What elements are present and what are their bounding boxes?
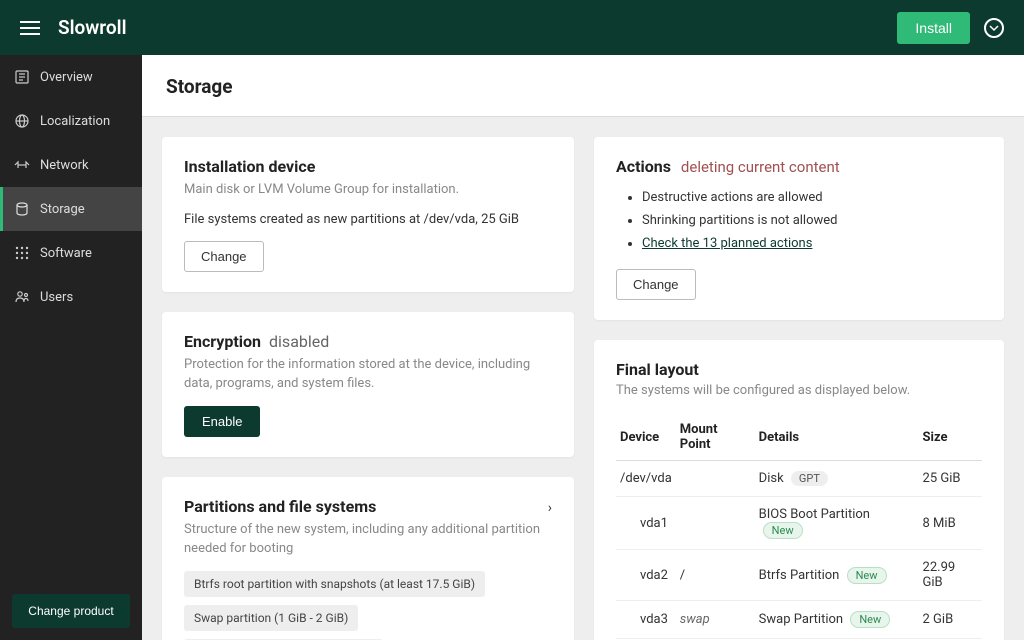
- sidebar-label: Overview: [40, 70, 93, 85]
- header-right: Install: [897, 12, 1004, 44]
- sidebar-item-network[interactable]: Network: [0, 143, 142, 187]
- cell-mount: /: [676, 550, 755, 601]
- col-right: Actions deleting current content Destruc…: [594, 137, 1004, 640]
- sidebar-item-localization[interactable]: Localization: [0, 99, 142, 143]
- cell-size: 2 GiB: [919, 601, 982, 639]
- card-title: Installation device: [184, 157, 552, 176]
- encryption-status: disabled: [269, 332, 329, 351]
- page-title: Storage: [142, 55, 1024, 117]
- layout: Overview Localization Network Storage So…: [0, 55, 1024, 640]
- card-title: Partitions and file systems: [184, 497, 376, 516]
- sidebar-item-overview[interactable]: Overview: [0, 55, 142, 99]
- sidebar-item-users[interactable]: Users: [0, 275, 142, 319]
- card-subtitle: Structure of the new system, including a…: [184, 520, 552, 559]
- main: Storage Installation device Main disk or…: [142, 55, 1024, 640]
- network-icon: [14, 157, 30, 173]
- install-button[interactable]: Install: [897, 12, 970, 44]
- status-icon[interactable]: [984, 18, 1004, 38]
- enable-button[interactable]: Enable: [184, 406, 260, 437]
- final-table: Device Mount Point Details Size /dev/vda…: [616, 414, 982, 639]
- sidebar: Overview Localization Network Storage So…: [0, 55, 142, 640]
- document-icon: [14, 69, 30, 85]
- header-left: Slowroll: [20, 16, 127, 39]
- final-title: Final layout: [616, 360, 982, 379]
- header: Slowroll Install: [0, 0, 1024, 55]
- cell-device: vda3: [616, 601, 676, 639]
- sidebar-label: Localization: [40, 114, 110, 129]
- sidebar-label: Software: [40, 246, 92, 261]
- final-subtitle: The systems will be configured as displa…: [616, 383, 982, 398]
- actions-list: Destructive actions are allowed Shrinkin…: [616, 186, 982, 255]
- partition-chip: Swap partition (1 GiB - 2 GiB): [184, 605, 358, 631]
- cell-device: /dev/vda: [616, 461, 676, 497]
- change-button[interactable]: Change: [616, 269, 696, 300]
- col-size: Size: [919, 414, 982, 461]
- card-text: File systems created as new partitions a…: [184, 212, 552, 227]
- card-partitions: Partitions and file systems › Structure …: [162, 477, 574, 640]
- card-final-layout: Final layout The systems will be configu…: [594, 340, 1004, 640]
- cell-size: 25 GiB: [919, 461, 982, 497]
- sidebar-label: Network: [40, 158, 89, 173]
- sidebar-item-software[interactable]: Software: [0, 231, 142, 275]
- actions-item: Destructive actions are allowed: [642, 186, 982, 209]
- cell-size: 8 MiB: [919, 497, 982, 550]
- app-title: Slowroll: [58, 16, 127, 39]
- cell-mount: [676, 461, 755, 497]
- planned-actions-link[interactable]: Check the 13 planned actions: [642, 236, 812, 251]
- table-row: vda2/Btrfs Partition New22.99 GiB: [616, 550, 982, 601]
- encryption-title: Encryption: [184, 332, 261, 351]
- actions-item: Shrinking partitions is not allowed: [642, 209, 982, 232]
- col-details: Details: [755, 414, 919, 461]
- sidebar-label: Users: [40, 290, 73, 305]
- menu-icon[interactable]: [20, 18, 40, 38]
- chevron-right-icon[interactable]: ›: [548, 500, 552, 516]
- col-mount: Mount Point: [676, 414, 755, 461]
- change-button[interactable]: Change: [184, 241, 264, 272]
- grid-icon: [14, 245, 30, 261]
- cell-details: BIOS Boot Partition New: [755, 497, 919, 550]
- table-row: vda3swapSwap Partition New2 GiB: [616, 601, 982, 639]
- table-row: vda1 BIOS Boot Partition New8 MiB: [616, 497, 982, 550]
- table-row: /dev/vda Disk GPT25 GiB: [616, 461, 982, 497]
- users-icon: [14, 289, 30, 305]
- actions-title: Actions: [616, 157, 671, 176]
- card-subtitle: Protection for the information stored at…: [184, 355, 552, 394]
- cell-mount: [676, 497, 755, 550]
- actions-item: Check the 13 planned actions: [642, 232, 982, 255]
- cell-mount: swap: [676, 601, 755, 639]
- globe-icon: [14, 113, 30, 129]
- sidebar-label: Storage: [40, 202, 85, 217]
- card-encryption: Encryption disabled Protection for the i…: [162, 312, 574, 457]
- cell-size: 22.99 GiB: [919, 550, 982, 601]
- card-title: Encryption disabled: [184, 332, 552, 351]
- card-installation-device: Installation device Main disk or LVM Vol…: [162, 137, 574, 292]
- card-subtitle: Main disk or LVM Volume Group for instal…: [184, 180, 552, 200]
- cell-device: vda1: [616, 497, 676, 550]
- col-left: Installation device Main disk or LVM Vol…: [162, 137, 574, 640]
- col-device: Device: [616, 414, 676, 461]
- partition-chip: Btrfs root partition with snapshots (at …: [184, 571, 485, 597]
- storage-icon: [14, 201, 30, 217]
- cell-details: Btrfs Partition New: [755, 550, 919, 601]
- change-product-button[interactable]: Change product: [12, 594, 130, 628]
- actions-status: deleting current content: [681, 158, 840, 176]
- content: Installation device Main disk or LVM Vol…: [142, 117, 1024, 640]
- cell-details: Disk GPT: [755, 461, 919, 497]
- cell-device: vda2: [616, 550, 676, 601]
- sidebar-item-storage[interactable]: Storage: [0, 187, 142, 231]
- card-actions: Actions deleting current content Destruc…: [594, 137, 1004, 320]
- actions-heading: Actions deleting current content: [616, 157, 982, 176]
- cell-details: Swap Partition New: [755, 601, 919, 639]
